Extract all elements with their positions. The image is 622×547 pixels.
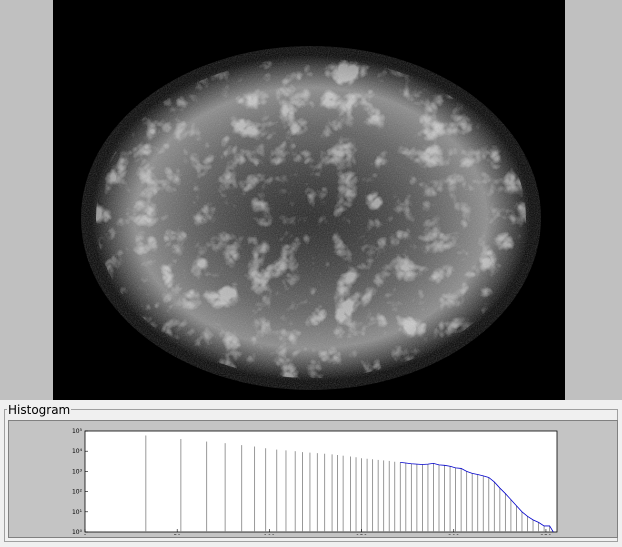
y-tick-label: 10⁵ (72, 428, 83, 435)
y-tick-label: 10⁴ (72, 448, 83, 455)
x-tick-label: 150 (356, 534, 368, 535)
histogram-svg: 0 50 100 150 200 250 10⁰ 10¹ 10² 10³ 10⁴ 10⁵ (72, 428, 558, 541)
x-tick-label: 100 (264, 534, 276, 535)
y-tick-label: 10¹ (72, 509, 83, 516)
image-viewer (0, 0, 622, 400)
x-tick-label: 200 (448, 534, 460, 535)
x-tick-label: 0 (83, 534, 87, 535)
y-tick-label: 10⁰ (72, 529, 83, 535)
x-tick-label: 50 (173, 534, 181, 535)
supernova-graphic (53, 0, 565, 400)
y-tick-label: 10² (72, 489, 83, 496)
plot-area (84, 430, 558, 533)
supernova-image[interactable] (53, 0, 565, 400)
histogram-chart: 0 50 100 150 200 250 10⁰ 10¹ 10² 10³ 10⁴ 10⁵ (11, 423, 615, 541)
x-tick-label: 250 (540, 534, 552, 535)
y-tick-label: 10³ (72, 468, 83, 475)
histogram-title: Histogram (7, 403, 72, 417)
